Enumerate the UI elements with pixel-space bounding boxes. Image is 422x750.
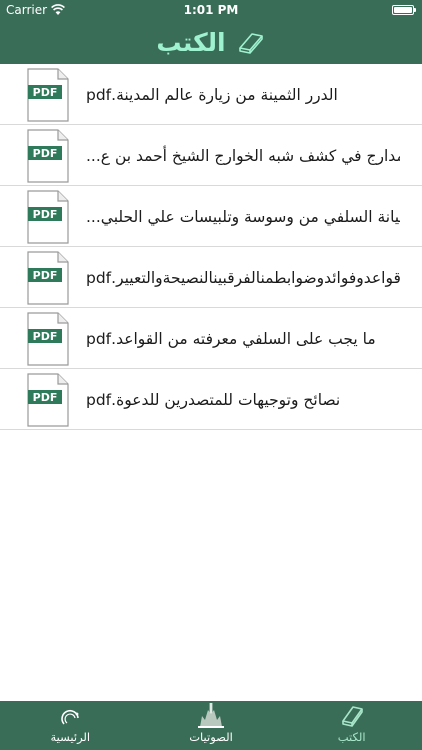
pdf-file-icon: PDF — [27, 129, 69, 183]
book-row[interactable]: PDF صيانة السلفي من وسوسة وتلبيسات علي ا… — [0, 186, 422, 247]
book-row[interactable]: PDF الدرر الثمينة من زيارة عالم المدينة.… — [0, 64, 422, 125]
tab-audio-label: الصوتيات — [189, 730, 233, 744]
pdf-file-icon: PDF — [27, 373, 69, 427]
book-row[interactable]: PDF ما يجب على السلفي معرفته من القواعد.… — [0, 308, 422, 369]
book-row[interactable]: PDF المدارج في كشف شبه الخوارج الشيخ أحم… — [0, 125, 422, 186]
pdf-label: PDF — [33, 208, 58, 221]
pdf-label: PDF — [33, 86, 58, 99]
pdf-file-icon: PDF — [27, 251, 69, 305]
pdf-label: PDF — [33, 269, 58, 282]
book-title: نصائح وتوجيهات للمتصدرين للدعوة.pdf — [86, 390, 341, 409]
pdf-file-icon: PDF — [27, 312, 69, 366]
book-row[interactable]: PDF نصائح وتوجيهات للمتصدرين للدعوة.pdf — [0, 369, 422, 430]
book-title: صيانة السلفي من وسوسة وتلبيسات علي الحلب… — [86, 207, 400, 226]
tab-books[interactable]: الكتب — [281, 701, 422, 750]
page-title: الكتب — [156, 27, 226, 57]
home-dome-icon — [61, 709, 80, 725]
tab-home-label: الرئيسية — [50, 730, 91, 744]
status-time: 1:01 PM — [183, 3, 239, 17]
pdf-file-icon: PDF — [27, 68, 69, 122]
book-title: المدارج في كشف شبه الخوارج الشيخ أحمد بن… — [86, 146, 400, 165]
book-icon — [238, 33, 263, 54]
pdf-file-icon: PDF — [27, 190, 69, 244]
book-list: PDF الدرر الثمينة من زيارة عالم المدينة.… — [0, 64, 422, 430]
nav-bar: الكتب — [0, 20, 422, 64]
tab-books-label: الكتب — [337, 730, 366, 744]
tab-bar: الرئيسية الصوتيات الكتب — [0, 701, 422, 750]
book-title: ما يجب على السلفي معرفته من القواعد.pdf — [86, 329, 376, 348]
mosque-audio-icon — [198, 703, 224, 728]
header: Carrier 1:01 PM الكتب — [0, 0, 422, 64]
book-icon — [341, 706, 363, 727]
status-bar: Carrier 1:01 PM — [0, 0, 422, 20]
book-title: قواعدوفوائدوضوابطمنالفرقبينالنصيحةوالتعي… — [86, 268, 400, 287]
pdf-label: PDF — [33, 391, 58, 404]
battery-icon — [392, 5, 416, 15]
tab-home[interactable]: الرئيسية — [0, 701, 141, 750]
book-row[interactable]: PDF قواعدوفوائدوضوابطمنالفرقبينالنصيحةوا… — [0, 247, 422, 308]
tab-audio[interactable]: الصوتيات — [141, 701, 282, 750]
book-title: الدرر الثمينة من زيارة عالم المدينة.pdf — [86, 85, 338, 104]
pdf-label: PDF — [33, 330, 58, 343]
pdf-label: PDF — [33, 147, 58, 160]
